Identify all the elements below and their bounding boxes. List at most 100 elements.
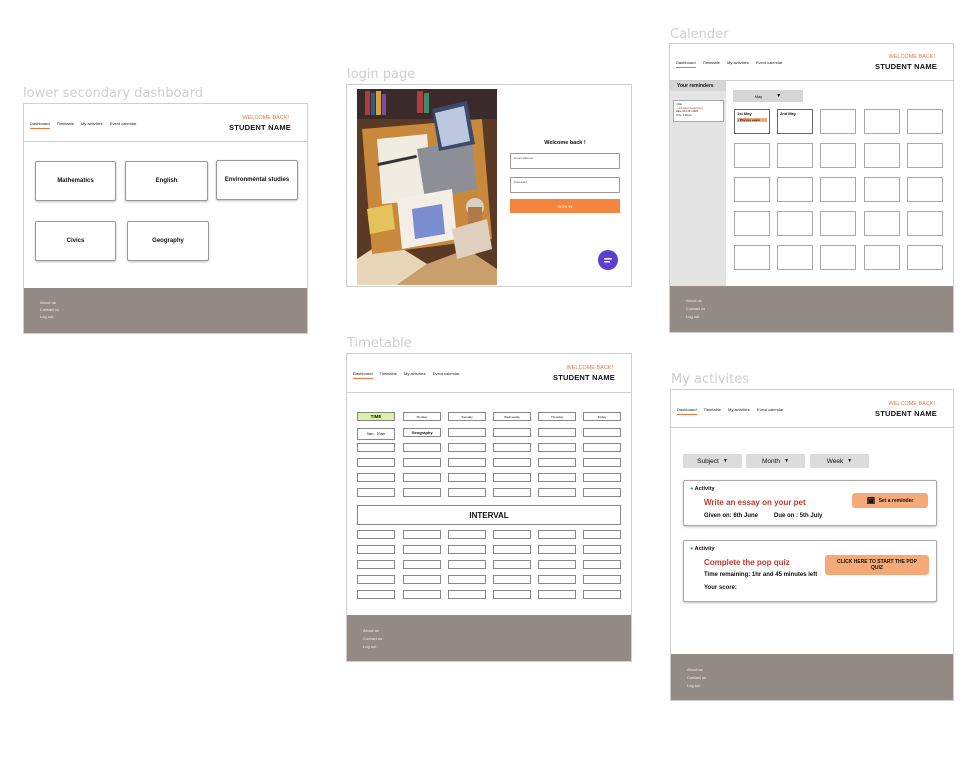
calendar-day-cell[interactable] [820,177,856,202]
subject-slot [538,428,576,437]
footer-logout[interactable]: Log out [686,314,699,319]
nav-activities[interactable]: My activities [728,407,750,412]
subject-slot [538,575,576,584]
footer-contact[interactable]: Contact us [40,307,59,312]
nav-dashboard[interactable]: Dashboard [353,371,373,379]
subject-slot [448,530,486,539]
calendar-day-cell[interactable] [907,211,943,236]
subject-slot [538,488,576,497]
calendar-day-cell[interactable] [864,143,900,168]
subject-card-environmental[interactable]: Environmental studies [216,160,298,200]
calendar-day-cell[interactable] [734,245,770,270]
calendar-day-cell[interactable] [777,177,813,202]
nav-bar: Dashboard Timetable My activities Event … [677,407,784,415]
day-label: 2nd May [780,111,797,116]
calendar-day-cell[interactable] [864,177,900,202]
day-header: Tuesday [448,412,486,421]
nav-activities[interactable]: My activities [404,371,426,376]
subject-card-geography[interactable]: Geography [127,221,209,261]
calendar-day-cell[interactable] [864,245,900,270]
footer-logout[interactable]: Log out [40,314,53,319]
calendar-day-cell[interactable] [820,245,856,270]
subject-card-english[interactable]: English [125,161,208,201]
footer-contact[interactable]: Contact us [686,306,705,311]
footer-about[interactable]: About us [687,667,703,672]
subject-slot [493,473,531,482]
header: Dashboard Timetable My activities Event … [670,44,953,81]
nav-calendar[interactable]: Event calendar [756,60,783,65]
nav-dashboard[interactable]: Dashboard [30,121,50,129]
nav-bar: Dashboard Timetable My activities Event … [353,371,460,379]
chat-icon[interactable] [598,250,618,270]
activity-card: ● Activity Write an essay on your pet Gi… [683,480,937,526]
week-filter[interactable]: Week ▼ [810,454,869,468]
calendar-day-cell[interactable] [777,245,813,270]
calendar-day-cell[interactable]: 2nd May [777,109,813,134]
nav-timetable[interactable]: Timetable [380,371,397,376]
given-date: Given on: 6th June [704,513,759,519]
calendar-day-cell[interactable] [820,211,856,236]
subject-card-civics[interactable]: Civics [35,221,116,261]
sign-in-button[interactable]: SIGN IN [510,199,620,213]
footer-logout[interactable]: Log out [363,644,376,649]
calendar-day-cell[interactable] [864,109,900,134]
activity-tag-label: Activity [694,546,715,552]
footer-about[interactable]: About us [686,298,702,303]
time-slot [357,488,395,497]
calendar-day-cell[interactable] [907,245,943,270]
calendar-day-cell[interactable] [734,211,770,236]
subject-slot [538,443,576,452]
subject-filter[interactable]: Subject ▼ [683,454,742,468]
calendar-day-cell[interactable] [777,143,813,168]
month-dropdown[interactable]: May ▼ [733,90,803,102]
calendar-day-cell[interactable] [907,143,943,168]
calendar-day-cell[interactable] [907,177,943,202]
subject-slot [493,488,531,497]
event-badge[interactable]: • Physics exam [737,118,767,122]
calendar-day-cell[interactable]: 1st May • Physics exam [734,109,770,134]
subject-slot [538,530,576,539]
nav-calendar[interactable]: Event calendar [433,371,460,376]
nav-calendar[interactable]: Event calendar [110,121,137,126]
footer-about[interactable]: About us [363,628,379,633]
nav-timetable[interactable]: Timetable [704,407,721,412]
chat-icon-glyph [604,258,612,263]
month-filter[interactable]: Month ▼ [746,454,805,468]
email-field[interactable]: Email address [510,153,620,169]
calendar-day-cell[interactable] [864,211,900,236]
subject-slot [583,428,621,437]
nav-bar: Dashboard Timetable My activities Event … [30,121,137,129]
nav-dashboard[interactable]: Dashboard [676,60,696,68]
nav-calendar[interactable]: Event calendar [757,407,784,412]
calendar-day-cell[interactable] [907,109,943,134]
reminders-title: Your reminders [670,81,726,91]
calendar-day-cell[interactable] [777,211,813,236]
footer-contact[interactable]: Contact us [687,675,706,680]
start-quiz-button[interactable]: CLICK HERE TO START THE POP QUIZ [825,555,929,575]
calendar-day-cell[interactable] [820,143,856,168]
nav-timetable[interactable]: Timetable [57,121,74,126]
nav-activities[interactable]: My activities [81,121,103,126]
calendar-day-cell[interactable] [734,143,770,168]
time-slot: 9am - 10am [357,428,395,440]
header: Dashboard Timetable My activities Event … [671,390,953,428]
footer-logout[interactable]: Log out [687,683,700,688]
footer-contact[interactable]: Contact us [363,636,382,641]
time-slot [357,530,395,539]
calendar-day-cell[interactable] [734,177,770,202]
nav-dashboard[interactable]: Dashboard [677,407,697,415]
subject-slot [403,473,441,482]
subject-slot: Geography [403,428,441,437]
activity-tag: ● Activity [690,546,715,552]
status-dot-icon: ● [690,486,694,492]
password-field[interactable]: Password [510,177,620,193]
set-reminder-button[interactable]: 🗓 Set a reminder [852,493,928,508]
calendar-day-cell[interactable] [820,109,856,134]
nav-activities[interactable]: My activities [727,60,749,65]
reminder-card[interactable]: • Pop • Unfinished assignment Date: 06 /… [673,100,724,122]
subject-slot [538,590,576,599]
footer: About us Contact us Log out [347,615,631,661]
nav-timetable[interactable]: Timetable [703,60,720,65]
subject-card-mathematics[interactable]: Mathematics [35,161,116,201]
footer-about[interactable]: About us [40,300,56,305]
